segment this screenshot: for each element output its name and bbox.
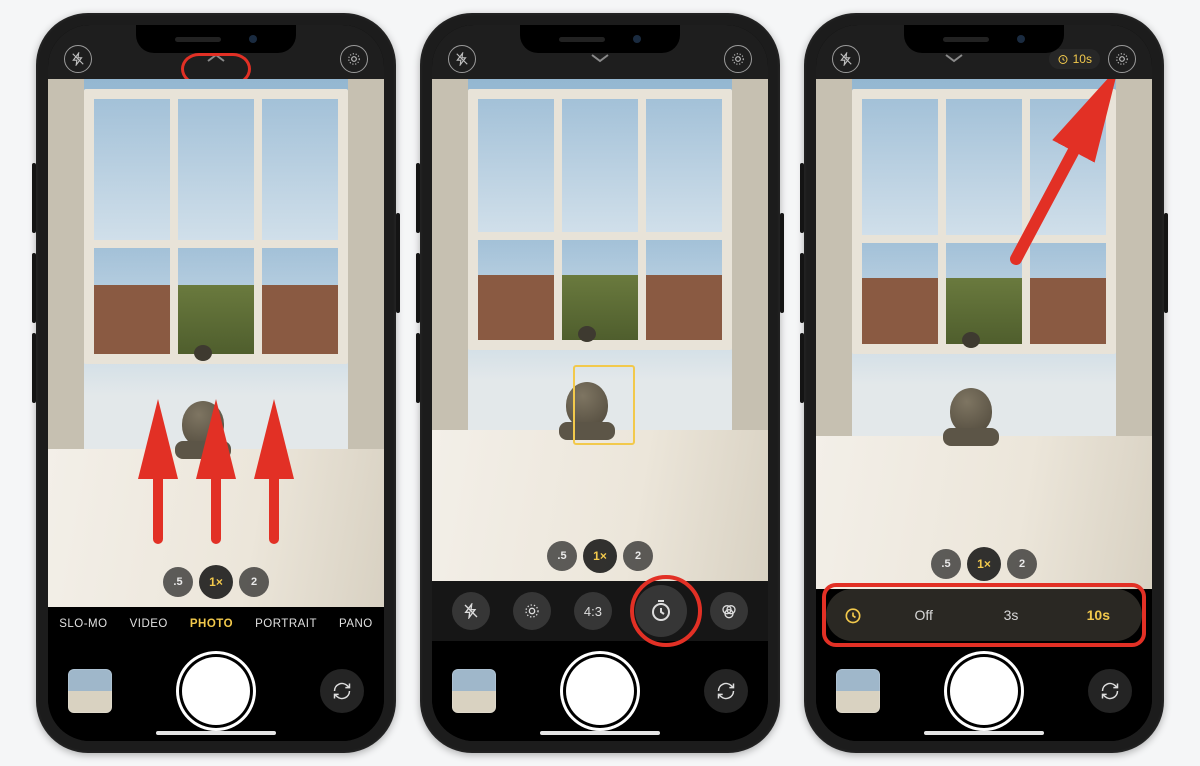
zoom-1x[interactable]: 1× (199, 565, 233, 599)
flash-toggle-button[interactable] (448, 45, 476, 73)
zoom-0_5x[interactable]: .5 (931, 549, 961, 579)
toolbar-live-button[interactable] (513, 592, 551, 630)
toolbar-timer-button[interactable] (635, 585, 687, 637)
timer-status-chip[interactable]: 10s (1049, 49, 1100, 69)
home-indicator[interactable] (540, 731, 660, 735)
zoom-0_5x[interactable]: .5 (163, 567, 193, 597)
timer-icon (826, 605, 880, 625)
timer-option-3s[interactable]: 3s (967, 593, 1054, 637)
timer-option-10s[interactable]: 10s (1055, 593, 1142, 637)
camera-viewfinder[interactable]: .5 1× 2 (432, 79, 768, 581)
camera-flip-button[interactable] (1088, 669, 1132, 713)
zoom-1x[interactable]: 1× (967, 547, 1001, 581)
mode-pano[interactable]: PANO (339, 618, 373, 630)
iphone-device-2: .5 1× 2 4:3 (420, 13, 780, 753)
last-photo-thumbnail[interactable] (68, 669, 112, 713)
mode-portrait[interactable]: PORTRAIT (255, 618, 317, 630)
home-indicator[interactable] (924, 731, 1044, 735)
shutter-row (816, 641, 1152, 741)
toolbar-flash-button[interactable] (452, 592, 490, 630)
mode-photo[interactable]: PHOTO (190, 618, 233, 630)
device-notch (520, 25, 680, 53)
toolbar-filters-button[interactable] (710, 592, 748, 630)
flash-toggle-button[interactable] (832, 45, 860, 73)
camera-flip-button[interactable] (704, 669, 748, 713)
last-photo-thumbnail[interactable] (452, 669, 496, 713)
device-notch (136, 25, 296, 53)
device-notch (904, 25, 1064, 53)
home-indicator[interactable] (156, 731, 276, 735)
mode-slomo[interactable]: SLO-MO (59, 618, 107, 630)
toolbar-aspect-button[interactable]: 4:3 (574, 592, 612, 630)
live-photo-toggle-button[interactable] (1108, 45, 1136, 73)
shutter-button[interactable] (182, 657, 250, 725)
iphone-device-1: .5 1× 2 SLO-MO VIDEO PHOTO PORTRAIT PANO (36, 13, 396, 753)
zoom-selector[interactable]: .5 1× 2 (931, 547, 1037, 581)
mode-video[interactable]: VIDEO (130, 618, 168, 630)
zoom-selector[interactable]: .5 1× 2 (163, 565, 269, 599)
shutter-row (432, 641, 768, 741)
zoom-2x[interactable]: 2 (1007, 549, 1037, 579)
zoom-1x[interactable]: 1× (583, 539, 617, 573)
camera-flip-button[interactable] (320, 669, 364, 713)
subject-buddha-head (175, 391, 231, 459)
camera-mode-selector[interactable]: SLO-MO VIDEO PHOTO PORTRAIT PANO (48, 607, 384, 641)
zoom-0_5x[interactable]: .5 (547, 541, 577, 571)
timer-status-value: 10s (1073, 52, 1092, 66)
zoom-selector[interactable]: .5 1× 2 (547, 539, 653, 573)
zoom-2x[interactable]: 2 (623, 541, 653, 571)
last-photo-thumbnail[interactable] (836, 669, 880, 713)
flash-toggle-button[interactable] (64, 45, 92, 73)
camera-expanded-toolbar: 4:3 (432, 581, 768, 641)
shutter-row (48, 641, 384, 741)
autofocus-face-box (573, 365, 635, 445)
live-photo-toggle-button[interactable] (724, 45, 752, 73)
timer-option-segment[interactable]: Off 3s 10s (826, 589, 1142, 641)
zoom-2x[interactable]: 2 (239, 567, 269, 597)
subject-buddha-head (943, 378, 999, 446)
shutter-button[interactable] (566, 657, 634, 725)
iphone-device-3: 10s .5 1× 2 (804, 13, 1164, 753)
shutter-button[interactable] (950, 657, 1018, 725)
camera-viewfinder[interactable]: .5 1× 2 (48, 79, 384, 607)
camera-viewfinder[interactable]: .5 1× 2 (816, 79, 1152, 589)
timer-option-off[interactable]: Off (880, 593, 967, 637)
live-photo-toggle-button[interactable] (340, 45, 368, 73)
